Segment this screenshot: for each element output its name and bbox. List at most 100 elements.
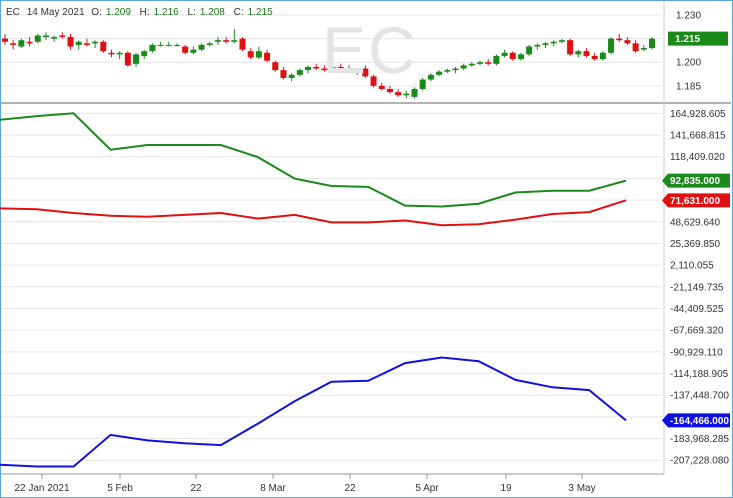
- open-value: 1.209: [105, 7, 131, 18]
- candle-body: [190, 49, 197, 53]
- value-tick-label: -207,228.080: [670, 456, 729, 467]
- candle-body: [26, 41, 33, 44]
- candle-body: [305, 66, 312, 71]
- candle-body: [157, 44, 164, 46]
- candle-body: [460, 65, 467, 69]
- candle-body: [517, 54, 524, 60]
- last-price-label: 1.215: [675, 34, 700, 45]
- candle-body: [452, 68, 459, 71]
- candle-body: [550, 41, 557, 44]
- candle-body: [313, 66, 320, 69]
- candle-body: [59, 35, 66, 38]
- candle-body: [640, 48, 647, 50]
- price-tick-label: 1.230: [676, 11, 701, 22]
- candle-body: [624, 40, 631, 44]
- high-value: 1.216: [153, 7, 179, 18]
- candle-body: [509, 52, 516, 60]
- value-tick-label: 2,110.055: [670, 261, 714, 272]
- ohlc-header: EC 14 May 2021 O: 1.209 H: 1.216 L: 1.208 C…: [6, 7, 279, 18]
- x-tick-label: 5 Apr: [415, 483, 439, 494]
- open-label: O:: [91, 7, 102, 18]
- x-tick-label: 22 Jan 2021: [14, 483, 69, 494]
- candle-body: [18, 40, 25, 47]
- candle-body: [477, 62, 484, 64]
- candle-body: [411, 88, 418, 97]
- candle-body: [436, 71, 443, 75]
- candle-body: [75, 41, 82, 45]
- candle-body: [632, 43, 639, 52]
- candle-body: [288, 74, 295, 78]
- series-last-value-label: 92,835.000: [670, 176, 720, 187]
- candle-body: [92, 41, 99, 44]
- candle-body: [42, 35, 49, 38]
- value-tick-label: -44,409.525: [670, 304, 724, 315]
- candle-body: [51, 37, 58, 39]
- value-tick-label: 141,668.815: [670, 131, 726, 142]
- x-tick-label: 22: [190, 483, 202, 494]
- x-tick-label: 19: [500, 483, 512, 494]
- value-tick-label: 164,928.605: [670, 109, 726, 120]
- low-value: 1.208: [199, 7, 225, 18]
- symbol-watermark: EC: [322, 13, 418, 87]
- value-tick-label: -183,968.285: [670, 434, 729, 445]
- candle-body: [10, 43, 17, 45]
- candle-body: [141, 51, 148, 56]
- price-tick-label: 1.200: [676, 58, 701, 69]
- candle-body: [206, 43, 213, 45]
- candle-body: [280, 70, 287, 78]
- candle-body: [116, 52, 123, 55]
- candle-body: [501, 52, 508, 56]
- date-label: 14 May 2021: [26, 7, 85, 18]
- candle-body: [133, 54, 140, 64]
- series-last-value-label: 71,631.000: [670, 196, 720, 207]
- candle-body: [239, 38, 246, 50]
- candle-body: [214, 40, 221, 42]
- candle-body: [255, 51, 262, 58]
- candle-body: [395, 92, 402, 96]
- candle-body: [124, 52, 131, 66]
- symbol-label: EC: [6, 7, 20, 18]
- candle-body: [567, 40, 574, 55]
- candle-body: [223, 40, 230, 42]
- candle-body: [296, 70, 303, 75]
- x-tick-label: 5 Feb: [107, 483, 133, 494]
- price-tick-label: 1.185: [676, 81, 701, 92]
- candle-body: [272, 62, 279, 71]
- candle-body: [198, 44, 205, 50]
- value-tick-label: 48,629.640: [670, 217, 720, 228]
- close-value: 1.215: [247, 7, 273, 18]
- value-tick-label: -137,448.700: [670, 391, 729, 402]
- candle-body: [165, 44, 172, 46]
- x-tick-label: 22: [344, 483, 356, 494]
- candle-body: [149, 44, 156, 52]
- candle-body: [526, 46, 533, 55]
- low-label: L:: [187, 7, 196, 18]
- value-tick-label: 25,369.850: [670, 239, 720, 250]
- candle-body: [108, 52, 115, 55]
- value-tick-label: 118,409.020: [670, 152, 725, 163]
- candle-body: [468, 63, 475, 66]
- candle-body: [182, 46, 189, 53]
- candle-body: [83, 43, 90, 45]
- high-label: H:: [139, 7, 150, 18]
- value-tick-label: -90,929.110: [670, 347, 723, 358]
- x-tick-label: 8 Mar: [260, 483, 286, 494]
- value-tick-label: -21,149.735: [670, 282, 724, 293]
- candle-body: [575, 51, 582, 55]
- x-tick-label: 3 May: [568, 483, 595, 494]
- series-line-green: [0, 112, 627, 208]
- candle-body: [34, 35, 41, 42]
- candle-body: [444, 70, 451, 72]
- value-tick-label: -114,188.905: [670, 369, 729, 380]
- candle-body: [485, 62, 492, 64]
- candle-body: [427, 74, 434, 80]
- candle-body: [67, 37, 74, 47]
- candle-body: [100, 41, 107, 52]
- candle-body: [231, 40, 238, 42]
- candle-body: [616, 38, 623, 41]
- candle-body: [403, 93, 410, 96]
- candle-body: [608, 38, 615, 53]
- value-tick-label: -67,669.320: [670, 326, 724, 337]
- candle-body: [591, 55, 598, 60]
- candle-body: [173, 44, 180, 46]
